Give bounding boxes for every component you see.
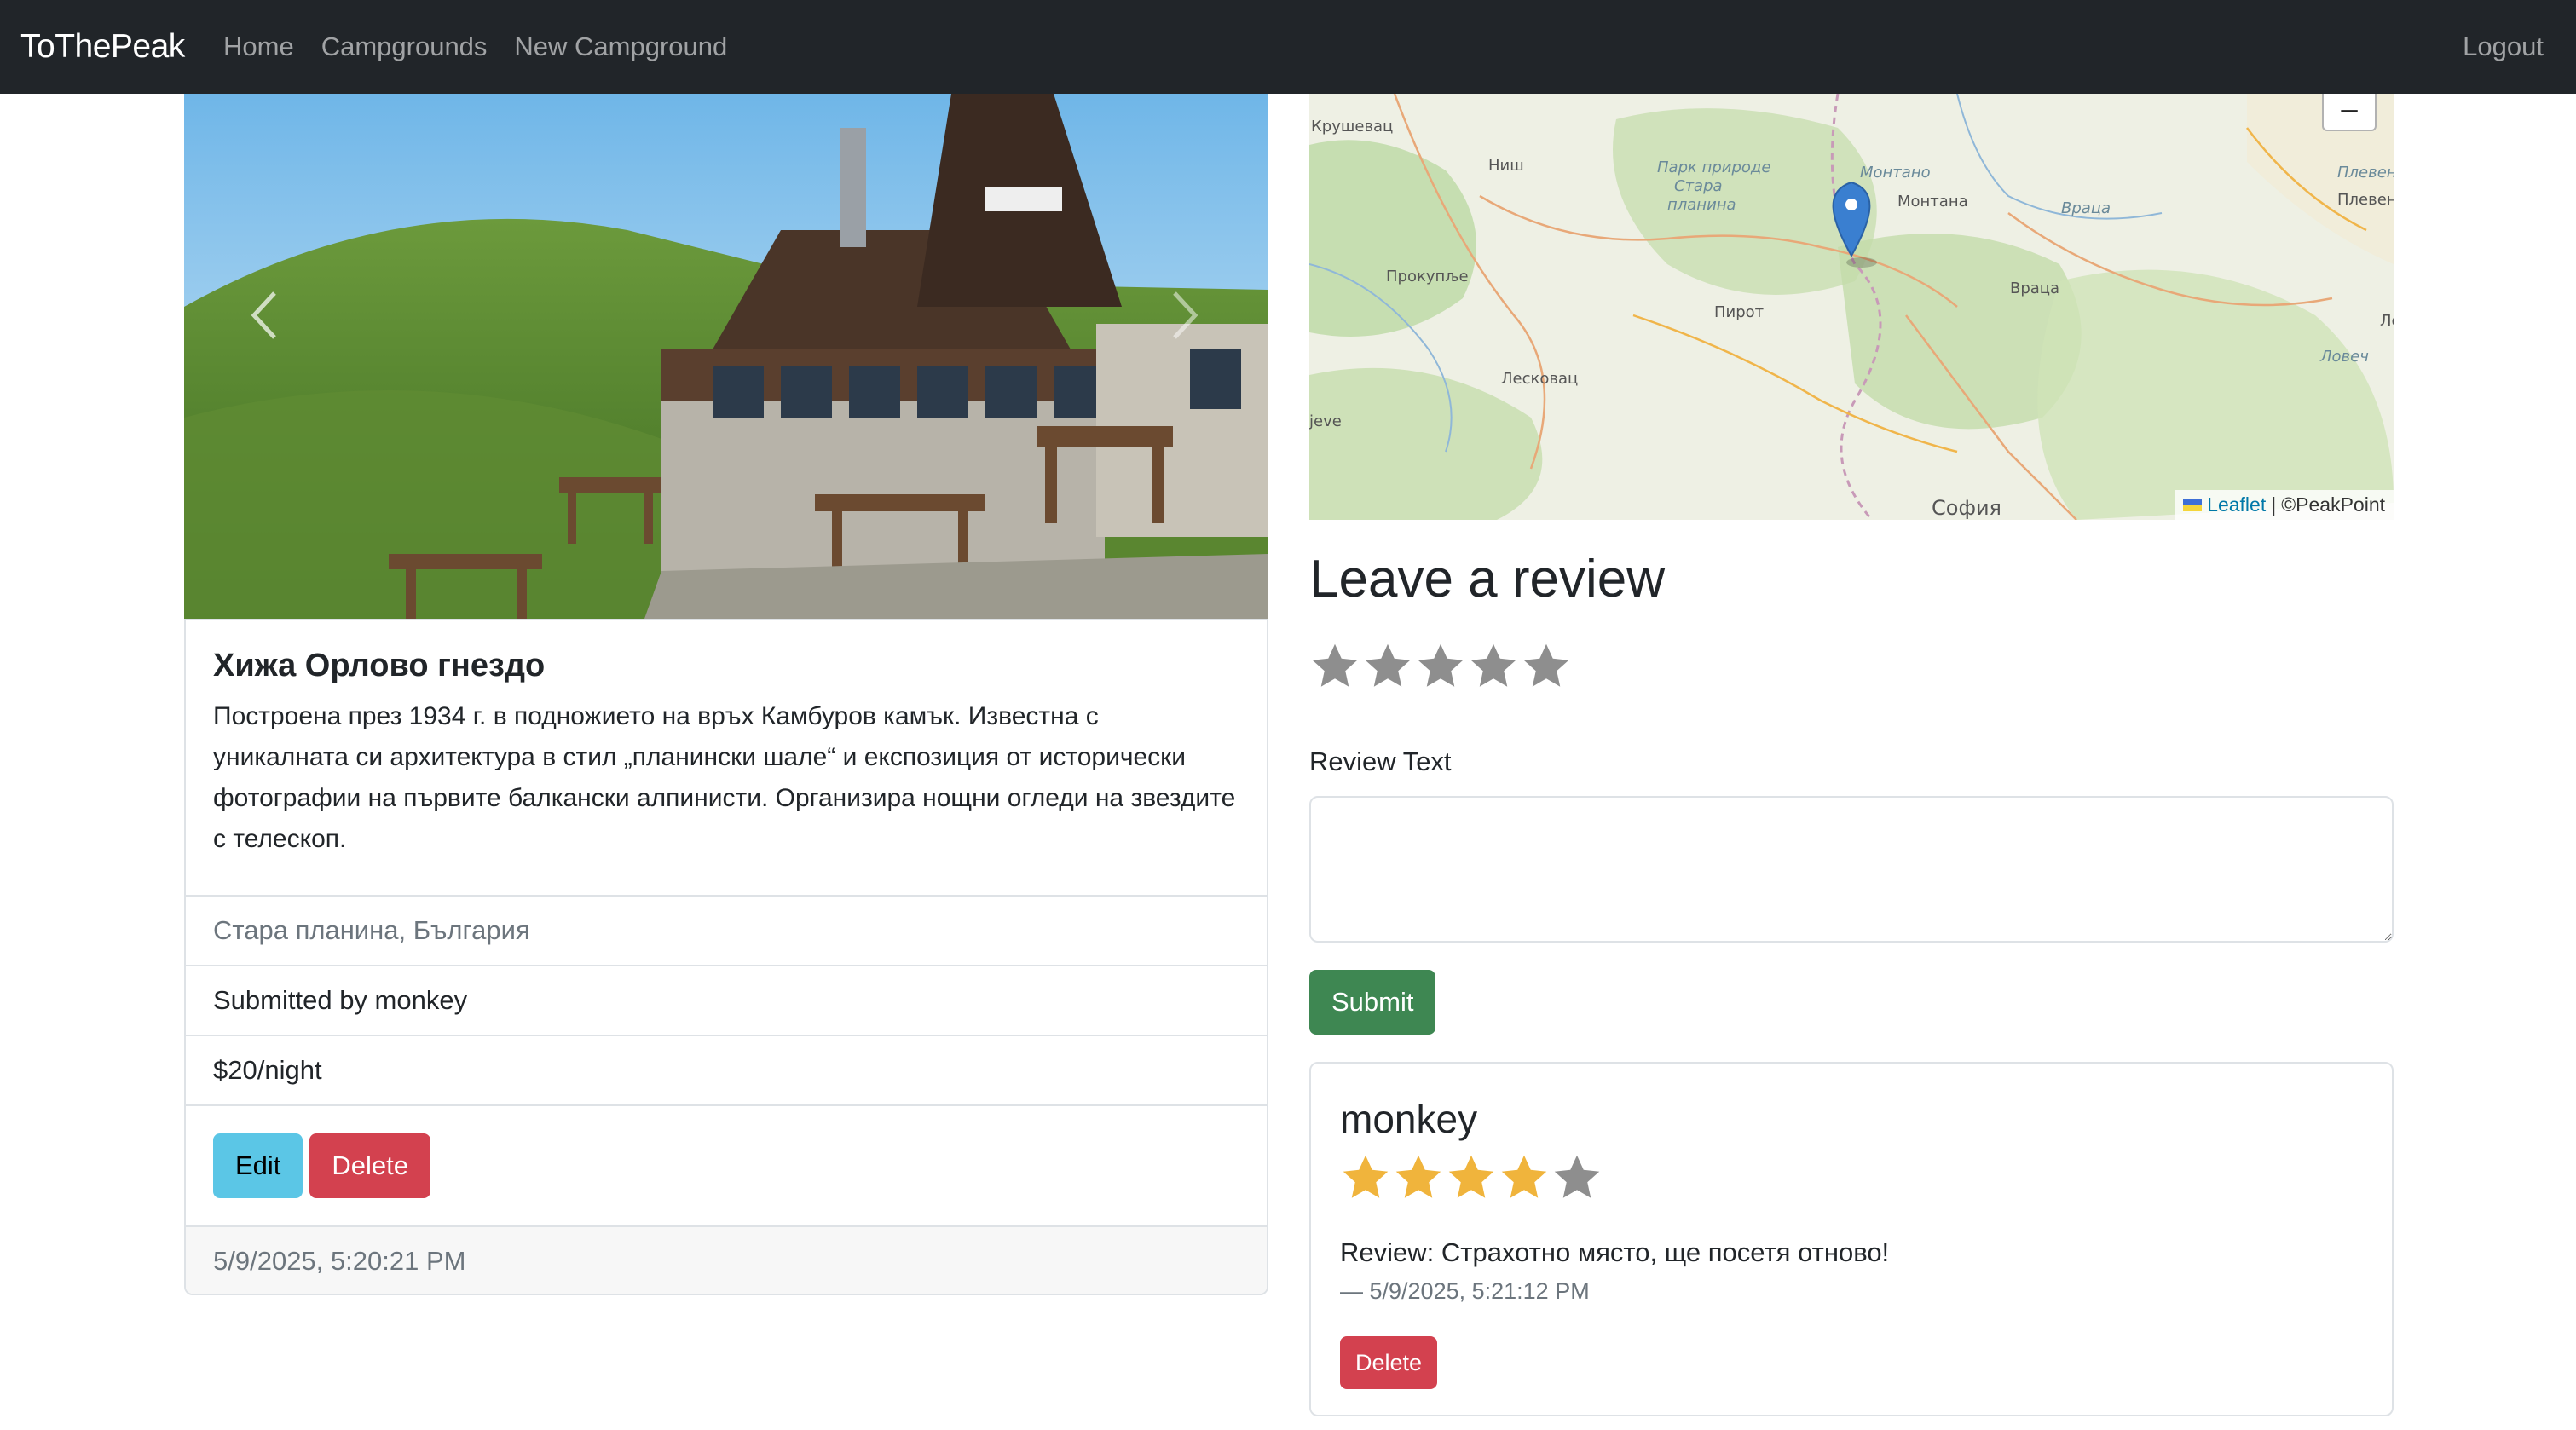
campground-price: $20/night bbox=[186, 1035, 1267, 1104]
map-label-lovech: Ловеч bbox=[2319, 348, 2369, 366]
map-label-pirot: Пирот bbox=[1714, 303, 1764, 321]
map-label-pleven-2: Плевен bbox=[2337, 191, 2394, 209]
campground-photo bbox=[184, 94, 1268, 619]
review-text-label: Review Text bbox=[1309, 747, 1452, 776]
review-form-heading: Leave a review bbox=[1309, 550, 1666, 608]
submit-review-button[interactable]: Submit bbox=[1309, 970, 1436, 1035]
campground-card: Хижа Орлово гнездо Построена през 1934 г… bbox=[184, 619, 1268, 1295]
campground-location: Стара планина, България bbox=[186, 895, 1267, 965]
star-icon bbox=[1393, 1152, 1444, 1208]
campground-description: Построена през 1934 г. в подножието на в… bbox=[213, 702, 1236, 853]
nav-new-campground-link[interactable]: New Campground bbox=[514, 32, 727, 62]
map-label-park: Парк природе bbox=[1657, 159, 1770, 176]
star-icon[interactable] bbox=[1309, 641, 1360, 696]
star-icon bbox=[1499, 1152, 1550, 1208]
review-text-input[interactable] bbox=[1309, 796, 2394, 943]
star-icon[interactable] bbox=[1362, 641, 1413, 696]
star-icon[interactable] bbox=[1468, 641, 1519, 696]
campground-title: Хижа Орлово гнездо bbox=[213, 648, 546, 683]
nav-home-link[interactable]: Home bbox=[223, 32, 294, 62]
review-card: monkey Review: Страхотно място, ще посет… bbox=[1309, 1062, 2394, 1416]
carousel-next-icon[interactable] bbox=[1151, 281, 1219, 349]
review-timestamp: — 5/9/2025, 5:21:12 PM bbox=[1340, 1278, 1590, 1304]
review-text: Review: Страхотно място, ще посетя отнов… bbox=[1340, 1237, 1890, 1267]
map-label-pleven-1: Плевен bbox=[2337, 164, 2394, 182]
leaflet-link[interactable]: Leaflet bbox=[2207, 493, 2266, 516]
logout-link[interactable]: Logout bbox=[2463, 32, 2544, 62]
map-label-leskovac: Лесковац bbox=[1501, 370, 1578, 388]
delete-review-button[interactable]: Delete bbox=[1340, 1336, 1438, 1389]
map-label-vraca: Враца bbox=[2010, 280, 2059, 297]
ukraine-flag-icon bbox=[2183, 499, 2203, 511]
map-label-vraca-it: Враца bbox=[2061, 199, 2111, 217]
star-icon bbox=[1446, 1152, 1497, 1208]
map[interactable]: Крушевац Ниш Прокупље Пирот Монтана Врац… bbox=[1309, 94, 2394, 520]
rating-input[interactable] bbox=[1309, 641, 1572, 696]
campground-card-body: Хижа Орлово гнездо Построена през 1934 г… bbox=[186, 620, 1267, 895]
map-label-nis: Ниш bbox=[1488, 157, 1524, 175]
map-label-prokuplje: Прокупље bbox=[1386, 268, 1469, 285]
map-label-montana-it: Монтано bbox=[1860, 164, 1931, 182]
navbar: ToThePeak Home Campgrounds New Campgroun… bbox=[0, 0, 2576, 94]
brand-link[interactable]: ToThePeak bbox=[20, 28, 185, 66]
campground-actions: Edit Delete bbox=[186, 1104, 1267, 1225]
star-icon[interactable] bbox=[1521, 641, 1572, 696]
delete-campground-button[interactable]: Delete bbox=[309, 1133, 431, 1198]
map-label-planina: планина bbox=[1667, 196, 1736, 214]
edit-button[interactable]: Edit bbox=[213, 1133, 303, 1198]
star-icon bbox=[1551, 1152, 1603, 1208]
map-label-sofia: София bbox=[1932, 496, 2001, 520]
map-label-stara: Стара bbox=[1674, 177, 1723, 195]
map-label-lo: Ло bbox=[2380, 312, 2394, 330]
map-label-jeve: jeve bbox=[1309, 412, 1342, 430]
map-label-krushevac: Крушевац bbox=[1311, 118, 1393, 136]
star-icon bbox=[1340, 1152, 1391, 1208]
campground-timestamp: 5/9/2025, 5:20:21 PM bbox=[186, 1225, 1267, 1294]
campground-image-carousel bbox=[184, 94, 1268, 619]
nav-campgrounds-link[interactable]: Campgrounds bbox=[321, 32, 488, 62]
review-author: monkey bbox=[1340, 1097, 1478, 1141]
attribution-separator: | bbox=[2271, 493, 2277, 516]
map-zoom-out-button[interactable]: − bbox=[2322, 94, 2377, 131]
star-icon[interactable] bbox=[1415, 641, 1466, 696]
carousel-prev-icon[interactable] bbox=[230, 281, 298, 349]
campground-author: Submitted by monkey bbox=[186, 965, 1267, 1035]
map-attribution: Leaflet | ©PeakPoint bbox=[2175, 490, 2394, 520]
map-label-montana: Монтана bbox=[1897, 193, 1968, 210]
attribution-text: ©PeakPoint bbox=[2281, 493, 2385, 516]
nav-links: Home Campgrounds New Campground bbox=[223, 32, 727, 62]
review-rating bbox=[1340, 1152, 1603, 1208]
map-tiles: Крушевац Ниш Прокупље Пирот Монтана Врац… bbox=[1309, 94, 2394, 520]
